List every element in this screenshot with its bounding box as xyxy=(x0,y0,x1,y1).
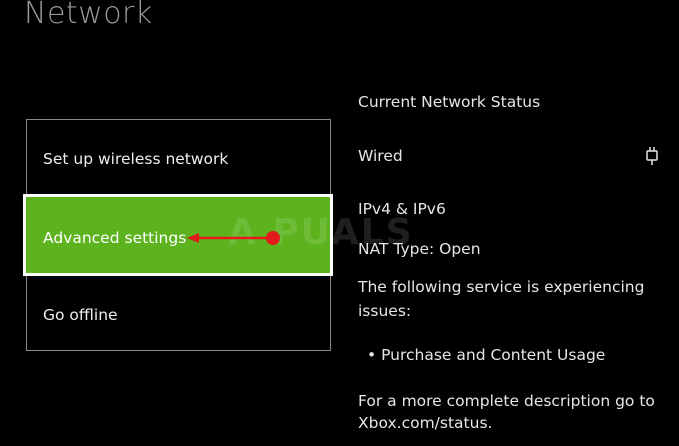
annotation-arrow-icon xyxy=(187,231,280,245)
description-text-line1: For a more complete description go to xyxy=(358,392,655,410)
nat-type: NAT Type: Open xyxy=(358,240,481,258)
page-title: Network xyxy=(24,0,153,31)
affected-service-item: • Purchase and Content Usage xyxy=(367,346,606,364)
go-offline-label: Go offline xyxy=(43,306,118,324)
issue-text-line1: The following service is experiencing xyxy=(358,278,645,296)
current-network-status-heading: Current Network Status xyxy=(358,93,541,111)
issue-text-line2: issues: xyxy=(358,302,412,320)
xbox-status-link[interactable]: Xbox.com/status. xyxy=(358,414,492,432)
go-offline-button[interactable]: Go offline xyxy=(27,275,330,352)
setup-wireless-network-label: Set up wireless network xyxy=(43,150,229,168)
ip-version: IPv4 & IPv6 xyxy=(358,200,446,218)
ethernet-plug-icon xyxy=(646,147,658,165)
connection-type: Wired xyxy=(358,147,403,165)
advanced-settings-label: Advanced settings xyxy=(43,229,187,247)
setup-wireless-network-button[interactable]: Set up wireless network xyxy=(27,120,330,197)
